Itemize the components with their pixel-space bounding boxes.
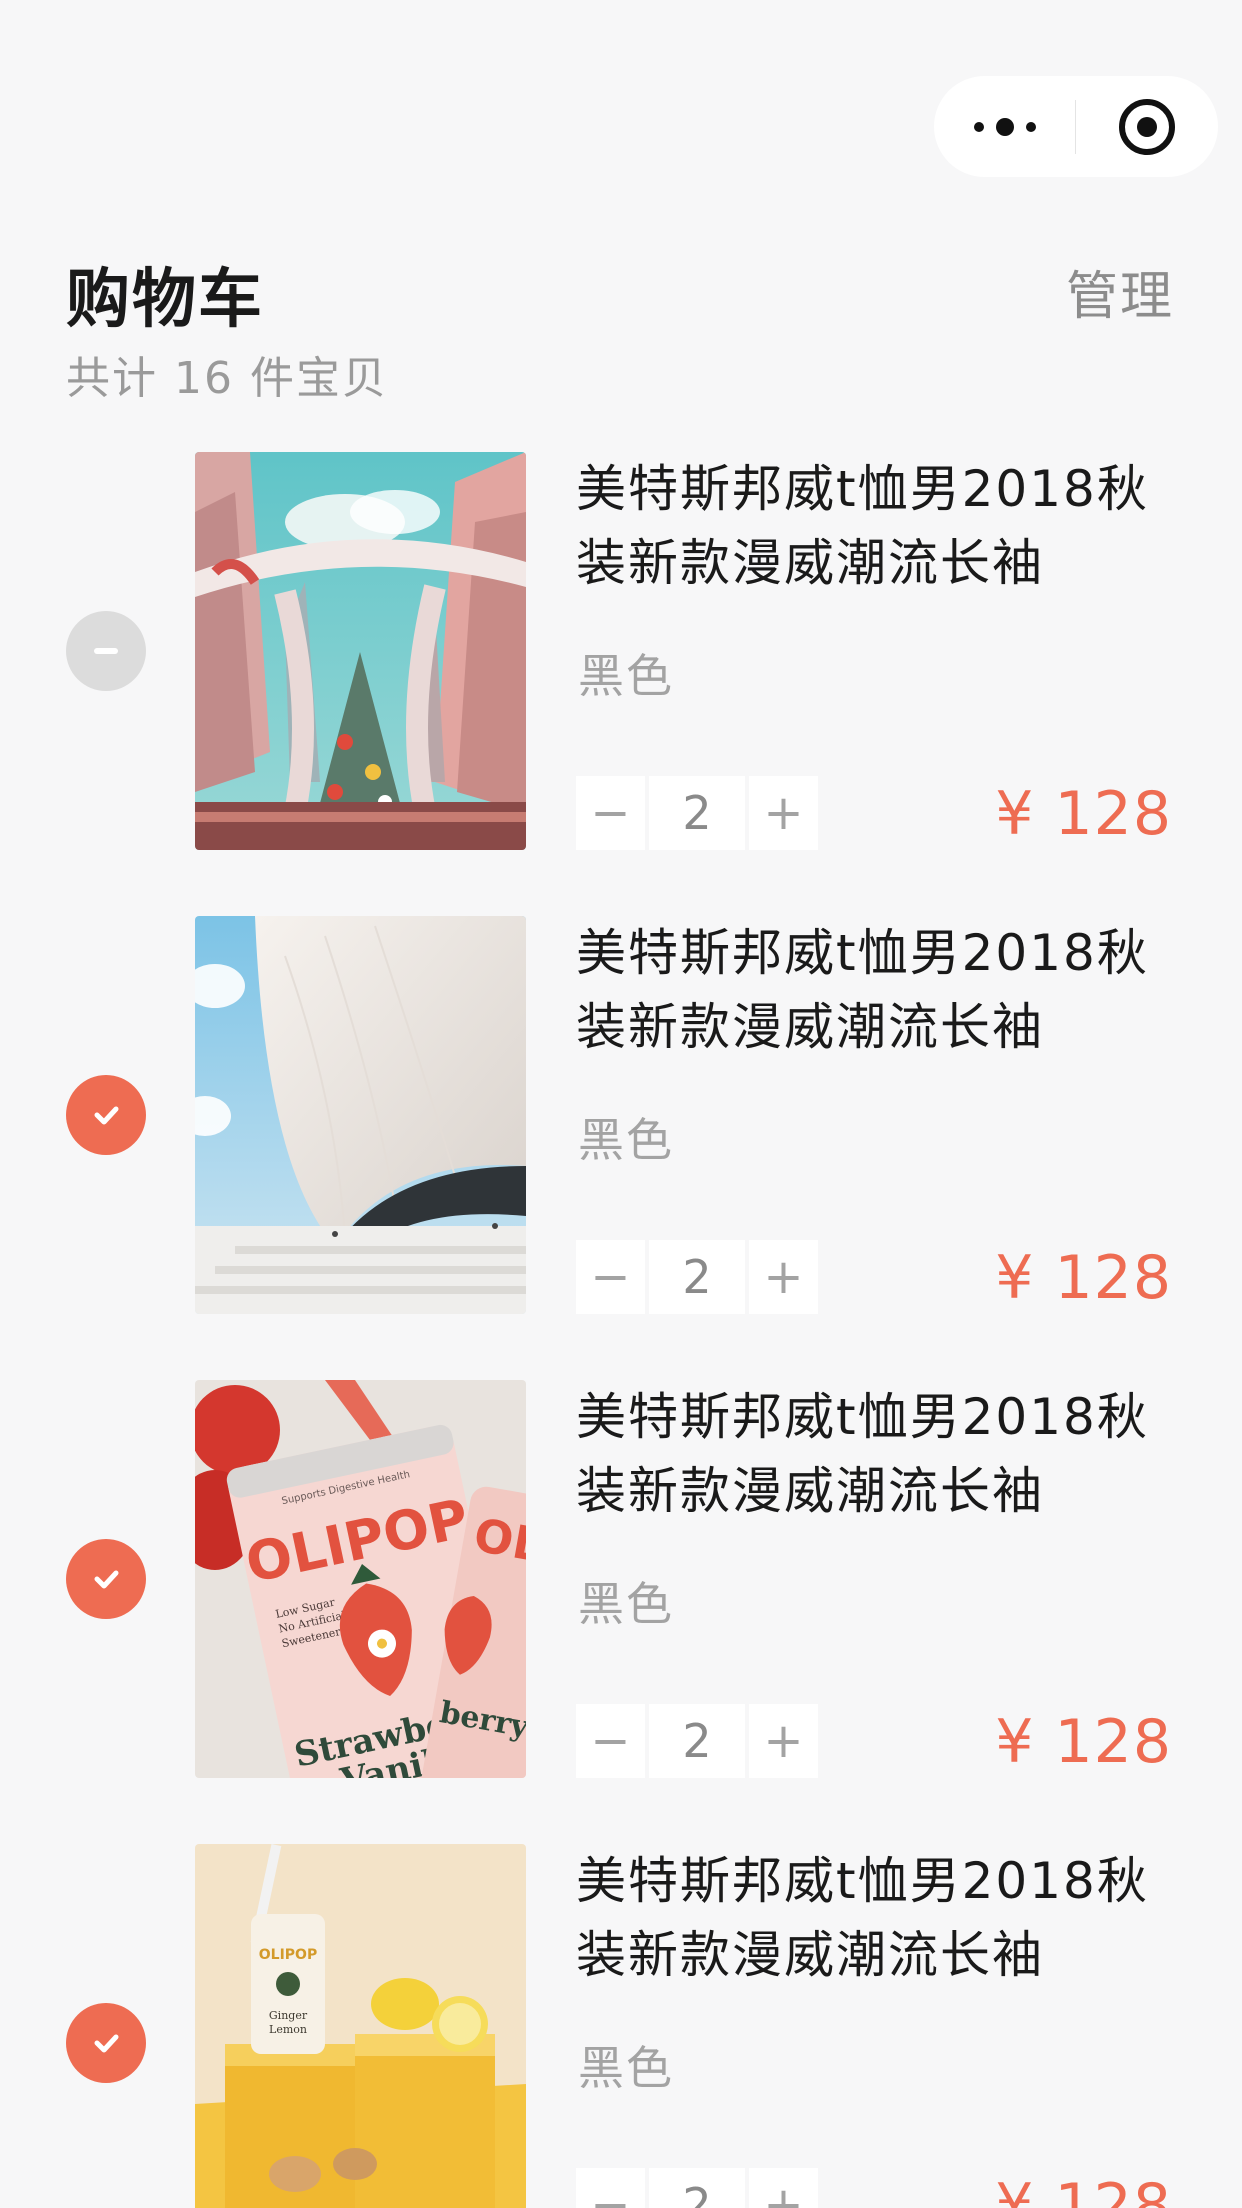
can-flavor-2: Lemon	[269, 2023, 307, 2036]
page-title: 购物车	[66, 263, 264, 337]
check-icon	[94, 1106, 119, 1125]
cart-item: Supports Digestive Health OLIPOP Low Sug…	[0, 1380, 1242, 1778]
decrease-button[interactable]: −	[576, 1240, 645, 1314]
product-price: ¥ 128	[995, 779, 1172, 849]
cart-page: 购物车 共计 16 件宝贝 管理 美特斯邦威t恤男2018秋装新款漫威潮流长袖 …	[0, 0, 1242, 2208]
cart-item: 美特斯邦威t恤男2018秋装新款漫威潮流长袖 黑色 − 2 + ¥ 128	[0, 916, 1242, 1314]
product-image[interactable]: Supports Digestive Health OLIPOP Low Sug…	[195, 1380, 526, 1778]
product-name[interactable]: 美特斯邦威t恤男2018秋装新款漫威潮流长袖	[576, 1380, 1176, 1528]
quantity-stepper: − 2 +	[576, 1704, 818, 1778]
item-checkbox[interactable]	[66, 611, 146, 691]
product-variant[interactable]: 黑色	[578, 1568, 674, 1634]
product-name[interactable]: 美特斯邦威t恤男2018秋装新款漫威潮流长袖	[576, 916, 1176, 1064]
item-checkbox[interactable]	[66, 1539, 146, 1619]
product-variant[interactable]: 黑色	[578, 2032, 674, 2098]
increase-button[interactable]: +	[749, 1704, 818, 1778]
check-icon	[94, 1570, 119, 1589]
product-image[interactable]	[195, 916, 526, 1314]
cart-item: 美特斯邦威t恤男2018秋装新款漫威潮流长袖 黑色 − 2 + ¥ 128	[0, 452, 1242, 850]
target-circle-icon	[1118, 98, 1175, 155]
product-image[interactable]	[195, 452, 526, 850]
increase-button[interactable]: +	[749, 2168, 818, 2208]
cart-item: OLIPOP Ginger Lemon 美特斯邦威t恤男2018秋装新款漫威潮流…	[0, 1844, 1242, 2208]
can-flavor-1: Ginger	[269, 2009, 308, 2022]
more-button[interactable]	[934, 76, 1075, 177]
quantity-stepper: − 2 +	[576, 2168, 818, 2208]
product-price: ¥ 128	[995, 1707, 1172, 1777]
item-checkbox[interactable]	[66, 2003, 146, 2083]
product-variant[interactable]: 黑色	[578, 640, 674, 706]
increase-button[interactable]: +	[749, 1240, 818, 1314]
close-button[interactable]	[1076, 76, 1217, 177]
product-image[interactable]: OLIPOP Ginger Lemon	[195, 1844, 526, 2208]
minus-icon	[94, 648, 118, 654]
product-price: ¥ 128	[995, 1243, 1172, 1313]
quantity-input[interactable]: 2	[649, 2168, 745, 2208]
capsule-menu	[934, 76, 1218, 177]
item-count: 共计 16 件宝贝	[66, 353, 388, 404]
quantity-input[interactable]: 2	[649, 1240, 745, 1314]
quantity-stepper: − 2 +	[576, 776, 818, 850]
product-name[interactable]: 美特斯邦威t恤男2018秋装新款漫威潮流长袖	[576, 1844, 1176, 1992]
can-brand: OLIPOP	[259, 1947, 317, 1963]
decrease-button[interactable]: −	[576, 2168, 645, 2208]
product-variant[interactable]: 黑色	[578, 1104, 674, 1170]
increase-button[interactable]: +	[749, 776, 818, 850]
manage-button[interactable]: 管理	[1066, 254, 1174, 329]
product-price: ¥ 128	[995, 2171, 1172, 2208]
product-name[interactable]: 美特斯邦威t恤男2018秋装新款漫威潮流长袖	[576, 452, 1176, 600]
more-dots-icon	[973, 117, 1036, 136]
decrease-button[interactable]: −	[576, 776, 645, 850]
quantity-input[interactable]: 2	[649, 1704, 745, 1778]
quantity-stepper: − 2 +	[576, 1240, 818, 1314]
item-checkbox[interactable]	[66, 1075, 146, 1155]
quantity-input[interactable]: 2	[649, 776, 745, 850]
check-icon	[94, 2034, 119, 2053]
decrease-button[interactable]: −	[576, 1704, 645, 1778]
